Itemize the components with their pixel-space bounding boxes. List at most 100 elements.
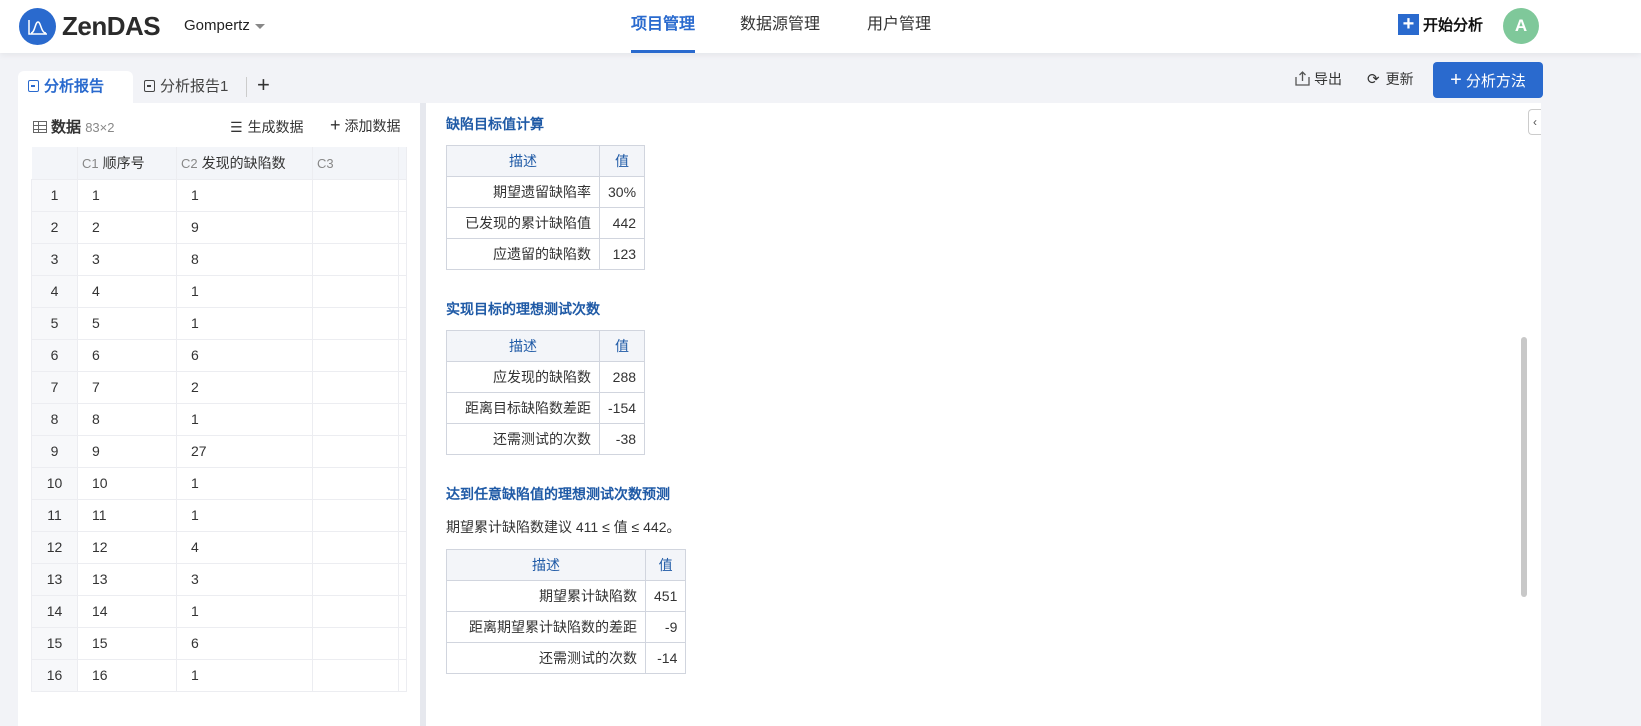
cell[interactable] (398, 402, 407, 436)
cell[interactable]: 1 (77, 178, 177, 212)
cell[interactable]: 3 (176, 562, 313, 596)
cell[interactable] (398, 370, 407, 404)
cell[interactable] (312, 562, 399, 596)
row-index[interactable]: 6 (31, 338, 78, 372)
cell[interactable]: 1 (176, 658, 313, 692)
cell[interactable]: 14 (77, 594, 177, 628)
row-index[interactable]: 8 (31, 402, 78, 436)
cell[interactable]: 3 (77, 242, 177, 276)
column-header-c3[interactable]: C3 (312, 147, 399, 179)
cell[interactable]: 6 (176, 626, 313, 660)
cell[interactable] (398, 178, 407, 212)
cell[interactable] (398, 338, 407, 372)
generate-data-button[interactable]: ☰ 生成数据 (230, 117, 304, 137)
cell[interactable]: 1 (176, 498, 313, 532)
cell[interactable] (312, 434, 399, 468)
cell[interactable]: 8 (77, 402, 177, 436)
add-tab-button[interactable]: + (257, 72, 270, 98)
start-analysis-button[interactable]: + 开始分析 (1398, 14, 1483, 35)
row-index[interactable]: 10 (31, 466, 78, 500)
cell[interactable] (398, 658, 407, 692)
cell[interactable] (312, 402, 399, 436)
add-analysis-method-button[interactable]: + 分析方法 (1433, 62, 1543, 98)
cell[interactable]: 4 (176, 530, 313, 564)
row-index[interactable]: 15 (31, 626, 78, 660)
export-button[interactable]: 导出 (1295, 70, 1342, 88)
cell[interactable]: 12 (77, 530, 177, 564)
logo[interactable]: ZenDAS (19, 8, 161, 45)
nav-user-management[interactable]: 用户管理 (867, 0, 931, 53)
cell[interactable]: 15 (77, 626, 177, 660)
avatar[interactable]: A (1503, 8, 1539, 44)
cell[interactable]: 4 (77, 274, 177, 308)
cell[interactable]: 6 (176, 338, 313, 372)
row-index[interactable]: 14 (31, 594, 78, 628)
cell[interactable]: 1 (176, 274, 313, 308)
row-index[interactable]: 2 (31, 210, 78, 244)
cell[interactable] (312, 274, 399, 308)
cell[interactable] (398, 306, 407, 340)
cell[interactable]: 27 (176, 434, 313, 468)
add-data-button[interactable]: + 添加数据 (330, 115, 401, 136)
column-header-c4[interactable] (398, 147, 407, 179)
row-index[interactable]: 7 (31, 370, 78, 404)
cell[interactable]: 16 (77, 658, 177, 692)
row-index[interactable]: 11 (31, 498, 78, 532)
cell[interactable] (398, 466, 407, 500)
cell[interactable]: 8 (176, 242, 313, 276)
tab-report-1[interactable]: 分析报告1 (134, 71, 228, 103)
cell[interactable] (312, 210, 399, 244)
nav-project-management[interactable]: 项目管理 (631, 0, 696, 53)
cell[interactable] (398, 498, 407, 532)
cell[interactable]: 7 (77, 370, 177, 404)
cell[interactable]: 9 (77, 434, 177, 468)
collapse-panel-button[interactable]: ‹ (1528, 109, 1541, 135)
row-index[interactable]: 12 (31, 530, 78, 564)
row-index[interactable]: 4 (31, 274, 78, 308)
cell[interactable]: 11 (77, 498, 177, 532)
project-selector[interactable]: Gompertz (184, 17, 265, 34)
cell[interactable]: 2 (176, 370, 313, 404)
row-index[interactable]: 9 (31, 434, 78, 468)
scrollbar[interactable] (1521, 337, 1527, 597)
column-header-c1[interactable]: C1 顺序号 (77, 147, 177, 179)
column-header-c2[interactable]: C2 发现的缺陷数 (176, 147, 313, 179)
cell[interactable] (312, 338, 399, 372)
cell[interactable]: 6 (77, 338, 177, 372)
cell[interactable] (312, 242, 399, 276)
cell[interactable] (398, 530, 407, 564)
row-index[interactable]: 1 (31, 178, 78, 212)
row-index[interactable]: 3 (31, 242, 78, 276)
row-index[interactable]: 16 (31, 658, 78, 692)
row-index[interactable]: 13 (31, 562, 78, 596)
cell[interactable] (312, 370, 399, 404)
tab-report[interactable]: 分析报告 (18, 71, 133, 103)
cell[interactable] (398, 434, 407, 468)
cell[interactable] (312, 178, 399, 212)
cell[interactable] (398, 242, 407, 276)
refresh-button[interactable]: ⟳ 更新 (1367, 70, 1414, 89)
cell[interactable] (312, 594, 399, 628)
cell[interactable] (398, 274, 407, 308)
cell[interactable]: 1 (176, 402, 313, 436)
cell[interactable]: 10 (77, 466, 177, 500)
cell[interactable]: 1 (176, 306, 313, 340)
cell[interactable] (312, 466, 399, 500)
cell[interactable]: 13 (77, 562, 177, 596)
cell[interactable] (312, 306, 399, 340)
cell[interactable]: 1 (176, 466, 313, 500)
row-index[interactable]: 5 (31, 306, 78, 340)
nav-datasource-management[interactable]: 数据源管理 (740, 0, 820, 53)
cell[interactable] (398, 594, 407, 628)
cell[interactable] (312, 626, 399, 660)
cell[interactable] (398, 562, 407, 596)
cell[interactable] (312, 658, 399, 692)
cell[interactable]: 5 (77, 306, 177, 340)
cell[interactable] (312, 530, 399, 564)
cell[interactable]: 1 (176, 178, 313, 212)
cell[interactable] (398, 210, 407, 244)
cell[interactable]: 1 (176, 594, 313, 628)
cell[interactable] (312, 498, 399, 532)
cell[interactable]: 9 (176, 210, 313, 244)
cell[interactable]: 2 (77, 210, 177, 244)
